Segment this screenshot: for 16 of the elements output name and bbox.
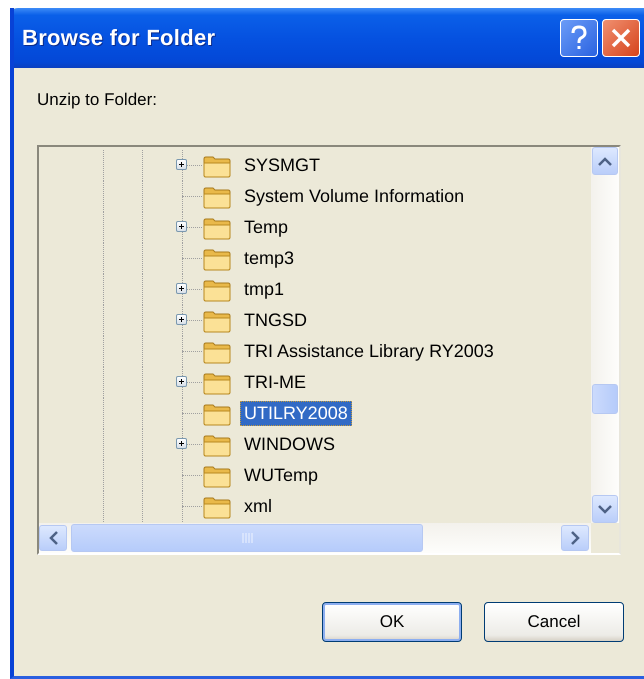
- folder-item[interactable]: Temp: [240, 215, 292, 240]
- folder-item[interactable]: WUTemp: [240, 463, 322, 488]
- folder-item[interactable]: System Volume Information: [240, 184, 468, 209]
- folder-item[interactable]: UTILRY2008: [240, 401, 352, 426]
- folder-item[interactable]: xml: [240, 494, 276, 519]
- folder-item[interactable]: tmp1: [240, 277, 288, 302]
- dialog-button[interactable]: Cancel: [484, 602, 624, 642]
- folder-item[interactable]: temp3: [240, 246, 298, 271]
- window-title: Browse for Folder: [22, 25, 216, 51]
- dialog-button[interactable]: OK: [322, 602, 462, 642]
- folder-item[interactable]: TRI Assistance Library RY2003: [240, 339, 498, 364]
- folder-item[interactable]: SYSMGT: [240, 153, 324, 178]
- folder-item[interactable]: TNGSD: [240, 308, 311, 333]
- folder-item[interactable]: WINDOWS: [240, 432, 339, 457]
- folder-item[interactable]: TRI-ME: [240, 370, 310, 395]
- prompt-label: Unzip to Folder:: [37, 90, 158, 111]
